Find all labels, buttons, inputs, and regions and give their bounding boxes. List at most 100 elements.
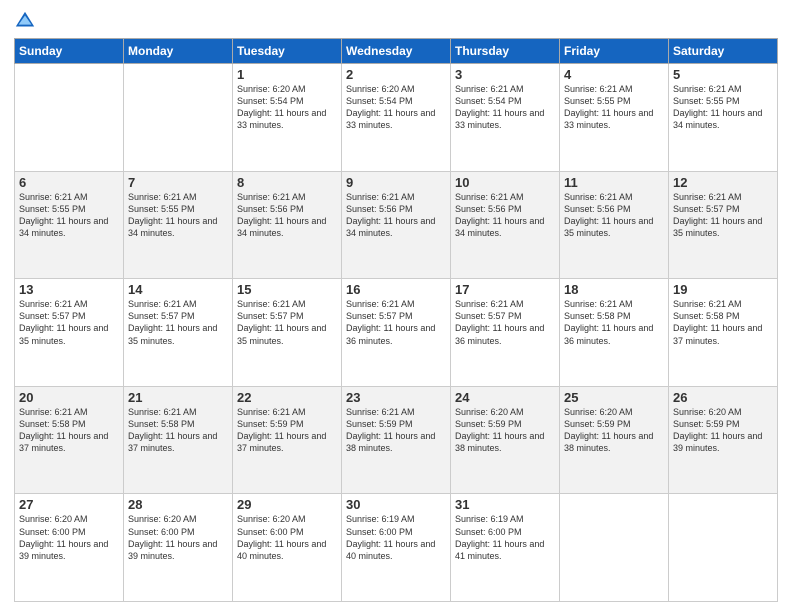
- day-number: 21: [128, 390, 228, 405]
- logo: [14, 10, 40, 32]
- day-number: 14: [128, 282, 228, 297]
- day-number: 4: [564, 67, 664, 82]
- day-info: Sunrise: 6:20 AMSunset: 5:54 PMDaylight:…: [237, 83, 337, 132]
- generalblue-icon: [14, 10, 36, 32]
- day-info: Sunrise: 6:21 AMSunset: 5:55 PMDaylight:…: [564, 83, 664, 132]
- day-info: Sunrise: 6:21 AMSunset: 5:58 PMDaylight:…: [673, 298, 773, 347]
- week-row-1: 1Sunrise: 6:20 AMSunset: 5:54 PMDaylight…: [15, 64, 778, 172]
- calendar-cell: 20Sunrise: 6:21 AMSunset: 5:58 PMDayligh…: [15, 386, 124, 494]
- day-number: 16: [346, 282, 446, 297]
- day-number: 30: [346, 497, 446, 512]
- day-info: Sunrise: 6:21 AMSunset: 5:58 PMDaylight:…: [19, 406, 119, 455]
- week-row-4: 20Sunrise: 6:21 AMSunset: 5:58 PMDayligh…: [15, 386, 778, 494]
- day-number: 27: [19, 497, 119, 512]
- calendar-cell: 29Sunrise: 6:20 AMSunset: 6:00 PMDayligh…: [233, 494, 342, 602]
- day-number: 17: [455, 282, 555, 297]
- calendar-cell: 19Sunrise: 6:21 AMSunset: 5:58 PMDayligh…: [669, 279, 778, 387]
- day-number: 12: [673, 175, 773, 190]
- calendar-cell: 16Sunrise: 6:21 AMSunset: 5:57 PMDayligh…: [342, 279, 451, 387]
- calendar-cell: 27Sunrise: 6:20 AMSunset: 6:00 PMDayligh…: [15, 494, 124, 602]
- day-info: Sunrise: 6:21 AMSunset: 5:57 PMDaylight:…: [237, 298, 337, 347]
- day-number: 13: [19, 282, 119, 297]
- calendar-cell: 2Sunrise: 6:20 AMSunset: 5:54 PMDaylight…: [342, 64, 451, 172]
- calendar-cell: 13Sunrise: 6:21 AMSunset: 5:57 PMDayligh…: [15, 279, 124, 387]
- day-info: Sunrise: 6:20 AMSunset: 5:59 PMDaylight:…: [673, 406, 773, 455]
- week-row-2: 6 Sunrise: 6:21 AMSunset: 5:55 PMDaylight…: [15, 171, 778, 279]
- day-number: 23: [346, 390, 446, 405]
- calendar-cell: 15Sunrise: 6:21 AMSunset: 5:57 PMDayligh…: [233, 279, 342, 387]
- weekday-header-monday: Monday: [124, 39, 233, 64]
- calendar-cell: 23Sunrise: 6:21 AMSunset: 5:59 PMDayligh…: [342, 386, 451, 494]
- day-info: Sunrise: 6:21 AMSunset: 5:54 PMDaylight:…: [455, 83, 555, 132]
- day-number: 29: [237, 497, 337, 512]
- day-info: Sunrise: 6:21 AMSunset: 5:57 PMDaylight:…: [128, 298, 228, 347]
- day-info: Sunrise: 6:20 AMSunset: 6:00 PMDaylight:…: [237, 513, 337, 562]
- day-info: Sunrise: 6:21 AMSunset: 5:56 PMDaylight:…: [237, 191, 337, 240]
- day-info: Sunrise: 6:20 AMSunset: 6:00 PMDaylight:…: [19, 513, 119, 562]
- weekday-header-saturday: Saturday: [669, 39, 778, 64]
- calendar-table: SundayMondayTuesdayWednesdayThursdayFrid…: [14, 38, 778, 602]
- day-info: Sunrise: 6:21 AMSunset: 5:57 PMDaylight:…: [455, 298, 555, 347]
- weekday-header-row: SundayMondayTuesdayWednesdayThursdayFrid…: [15, 39, 778, 64]
- header: [14, 10, 778, 32]
- day-number: 6: [19, 175, 119, 190]
- calendar-cell: 24Sunrise: 6:20 AMSunset: 5:59 PMDayligh…: [451, 386, 560, 494]
- week-row-3: 13Sunrise: 6:21 AMSunset: 5:57 PMDayligh…: [15, 279, 778, 387]
- day-number: 18: [564, 282, 664, 297]
- calendar-cell: 6Sunrise: 6:21 AMSunset: 5:55 PMDaylight…: [15, 171, 124, 279]
- calendar-cell: 18Sunrise: 6:21 AMSunset: 5:58 PMDayligh…: [560, 279, 669, 387]
- day-info: Sunrise: 6:21 AMSunset: 5:57 PMDaylight:…: [19, 298, 119, 347]
- day-number: 2: [346, 67, 446, 82]
- day-number: 1: [237, 67, 337, 82]
- day-number: 10: [455, 175, 555, 190]
- day-info: Sunrise: 6:21 AMSunset: 5:57 PMDaylight:…: [346, 298, 446, 347]
- calendar-cell: 1Sunrise: 6:20 AMSunset: 5:54 PMDaylight…: [233, 64, 342, 172]
- day-number: 9: [346, 175, 446, 190]
- calendar-cell: 14Sunrise: 6:21 AMSunset: 5:57 PMDayligh…: [124, 279, 233, 387]
- calendar-cell: 10Sunrise: 6:21 AMSunset: 5:56 PMDayligh…: [451, 171, 560, 279]
- day-info: Sunrise: 6:21 AMSunset: 5:55 PMDaylight:…: [673, 83, 773, 132]
- weekday-header-friday: Friday: [560, 39, 669, 64]
- day-info: Sunrise: 6:19 AMSunset: 6:00 PMDaylight:…: [455, 513, 555, 562]
- day-info: Sunrise: 6:21 AMSunset: 5:58 PMDaylight:…: [128, 406, 228, 455]
- day-info: Sunrise: 6:20 AMSunset: 5:59 PMDaylight:…: [455, 406, 555, 455]
- calendar-cell: [15, 64, 124, 172]
- calendar-cell: 26Sunrise: 6:20 AMSunset: 5:59 PMDayligh…: [669, 386, 778, 494]
- day-info: Sunrise: 6:21 AMSunset: 5:56 PMDaylight:…: [346, 191, 446, 240]
- day-info: Sunrise: 6:20 AMSunset: 5:54 PMDaylight:…: [346, 83, 446, 132]
- calendar-cell: 22Sunrise: 6:21 AMSunset: 5:59 PMDayligh…: [233, 386, 342, 494]
- weekday-header-tuesday: Tuesday: [233, 39, 342, 64]
- day-info: Sunrise: 6:21 AMSunset: 5:58 PMDaylight:…: [564, 298, 664, 347]
- day-number: 20: [19, 390, 119, 405]
- day-number: 22: [237, 390, 337, 405]
- day-number: 25: [564, 390, 664, 405]
- calendar-cell: 9Sunrise: 6:21 AMSunset: 5:56 PMDaylight…: [342, 171, 451, 279]
- day-number: 31: [455, 497, 555, 512]
- day-info: Sunrise: 6:19 AMSunset: 6:00 PMDaylight:…: [346, 513, 446, 562]
- day-info: Sunrise: 6:21 AMSunset: 5:56 PMDaylight:…: [455, 191, 555, 240]
- calendar-cell: 12Sunrise: 6:21 AMSunset: 5:57 PMDayligh…: [669, 171, 778, 279]
- day-number: 11: [564, 175, 664, 190]
- calendar-cell: 8Sunrise: 6:21 AMSunset: 5:56 PMDaylight…: [233, 171, 342, 279]
- day-info: Sunrise: 6:21 AMSunset: 5:59 PMDaylight:…: [237, 406, 337, 455]
- day-number: 8: [237, 175, 337, 190]
- calendar-cell: 21Sunrise: 6:21 AMSunset: 5:58 PMDayligh…: [124, 386, 233, 494]
- calendar-cell: 28Sunrise: 6:20 AMSunset: 6:00 PMDayligh…: [124, 494, 233, 602]
- day-info: Sunrise: 6:20 AMSunset: 6:00 PMDaylight:…: [128, 513, 228, 562]
- calendar-cell: 25Sunrise: 6:20 AMSunset: 5:59 PMDayligh…: [560, 386, 669, 494]
- calendar-cell: 31Sunrise: 6:19 AMSunset: 6:00 PMDayligh…: [451, 494, 560, 602]
- calendar-cell: 30Sunrise: 6:19 AMSunset: 6:00 PMDayligh…: [342, 494, 451, 602]
- weekday-header-thursday: Thursday: [451, 39, 560, 64]
- day-number: 5: [673, 67, 773, 82]
- day-number: 28: [128, 497, 228, 512]
- weekday-header-wednesday: Wednesday: [342, 39, 451, 64]
- day-number: 19: [673, 282, 773, 297]
- day-info: Sunrise: 6:21 AMSunset: 5:57 PMDaylight:…: [673, 191, 773, 240]
- week-row-5: 27Sunrise: 6:20 AMSunset: 6:00 PMDayligh…: [15, 494, 778, 602]
- day-number: 26: [673, 390, 773, 405]
- page: SundayMondayTuesdayWednesdayThursdayFrid…: [0, 0, 792, 612]
- day-number: 3: [455, 67, 555, 82]
- calendar-cell: 5Sunrise: 6:21 AMSunset: 5:55 PMDaylight…: [669, 64, 778, 172]
- calendar-cell: 3Sunrise: 6:21 AMSunset: 5:54 PMDaylight…: [451, 64, 560, 172]
- day-info: Sunrise: 6:21 AMSunset: 5:55 PMDaylight:…: [128, 191, 228, 240]
